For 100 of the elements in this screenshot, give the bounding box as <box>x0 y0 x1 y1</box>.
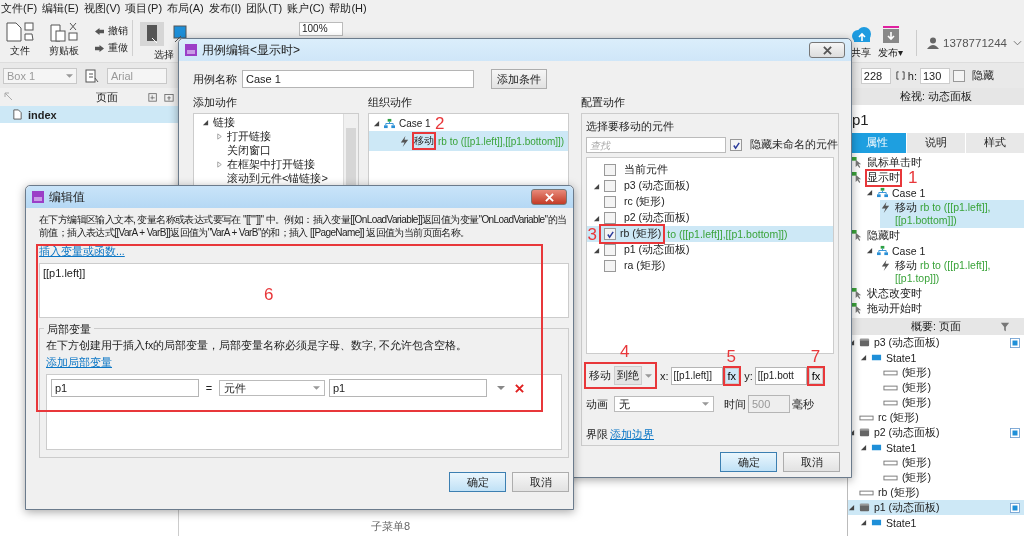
menu-item[interactable]: 账户(C) <box>287 0 325 16</box>
add-variable-link[interactable]: 添加局部变量 <box>46 356 112 370</box>
expanded-triangle-icon[interactable] <box>593 214 600 222</box>
event-label[interactable]: 状态改变时 <box>867 286 922 301</box>
collapse-icon[interactable] <box>4 92 14 102</box>
dropdown-arrow-icon[interactable] <box>497 386 505 390</box>
user-icon[interactable] <box>927 37 940 49</box>
select-tool-button[interactable] <box>140 22 164 46</box>
element-row[interactable]: p1 (动态面板) <box>587 242 833 258</box>
panel-toggle-icon[interactable] <box>1010 502 1020 513</box>
menu-item[interactable]: 帮助(H) <box>329 0 367 16</box>
action-type-item[interactable]: 打开链接 <box>227 128 271 144</box>
undo-icon[interactable] <box>94 26 105 36</box>
element-row[interactable]: p3 (动态面板) <box>587 178 833 194</box>
element-row[interactable]: ra (矩形) <box>587 258 833 274</box>
outline-row[interactable]: (矩形) <box>872 365 1024 380</box>
checkbox[interactable] <box>604 228 616 240</box>
chevron-down-icon[interactable] <box>1013 40 1022 46</box>
expanded-triangle-icon[interactable] <box>860 444 867 451</box>
expanded-triangle-icon[interactable] <box>866 189 873 196</box>
outline-row[interactable]: (矩形) <box>872 455 1024 470</box>
menu-item[interactable]: 团队(T) <box>246 0 283 16</box>
paste-icon[interactable] <box>50 22 66 42</box>
action-row[interactable]: 移动 rb to ([[p1.left]],[[p1.bottom]]) <box>880 200 1024 228</box>
outline-row[interactable]: (矩形) <box>872 470 1024 485</box>
outline-row[interactable]: (矩形) <box>872 380 1024 395</box>
insert-variable-link[interactable]: 插入变量或函数... <box>39 245 125 259</box>
action-type-item[interactable]: 在框架中打开链接 <box>227 156 315 172</box>
checkbox[interactable] <box>604 196 616 208</box>
event-label[interactable]: 显示时 <box>867 170 900 185</box>
event-label[interactable]: 拖动开始时 <box>867 301 922 316</box>
search-field[interactable]: 查找 <box>586 137 726 153</box>
outline-row[interactable]: rc (矩形) <box>848 410 1024 425</box>
animation-dropdown[interactable]: 无 <box>614 396 714 412</box>
case-label[interactable]: Case 1 <box>892 244 926 257</box>
fx-button[interactable]: fx <box>724 367 740 384</box>
zoom-dropdown[interactable]: 100% <box>299 22 343 36</box>
expanded-triangle-icon[interactable] <box>593 182 600 190</box>
add-folder-icon[interactable] <box>164 92 174 102</box>
page-item[interactable]: index <box>0 106 178 123</box>
checkbox[interactable] <box>604 164 616 176</box>
expanded-triangle-icon[interactable] <box>860 354 867 361</box>
expanded-triangle-icon[interactable] <box>848 504 855 511</box>
action-type-item[interactable]: 滚动到元件<锚链接> <box>227 170 328 186</box>
case-name-field[interactable]: Case 1 <box>242 70 474 88</box>
element-row[interactable]: 当前元件 <box>587 162 833 178</box>
checkbox[interactable] <box>730 139 742 151</box>
expanded-triangle-icon[interactable] <box>866 247 873 254</box>
outline-row[interactable]: State1 <box>860 515 1024 530</box>
y-field[interactable]: [[p1.bott <box>754 366 807 385</box>
menu-item[interactable]: 项目(P) <box>125 0 163 16</box>
width-field[interactable]: 228 <box>860 67 891 84</box>
cancel-button[interactable]: 取消 <box>783 452 840 472</box>
height-field[interactable]: 130 <box>920 67 950 84</box>
expanded-triangle-icon[interactable] <box>593 246 600 254</box>
redo-button[interactable]: 重做 <box>108 41 128 55</box>
save-open-icon[interactable] <box>24 22 34 42</box>
new-document-icon[interactable] <box>6 22 22 42</box>
menu-item[interactable]: 发布(I) <box>208 0 242 16</box>
checkbox[interactable] <box>604 212 616 224</box>
outline-row[interactable]: (矩形) <box>872 395 1024 410</box>
menu-item[interactable]: 布局(A) <box>167 0 204 16</box>
expanded-triangle-icon[interactable] <box>860 519 867 526</box>
checkbox[interactable] <box>604 260 616 272</box>
expanded-triangle-icon[interactable] <box>202 118 209 126</box>
collapsed-triangle-icon[interactable] <box>216 132 223 140</box>
dropdown-arrow-icon[interactable] <box>702 402 709 406</box>
dropdown-arrow-icon[interactable] <box>645 373 652 378</box>
action-type-item[interactable]: 关闭窗口 <box>227 142 271 158</box>
dropdown-arrow-icon[interactable] <box>313 386 320 390</box>
inspector-tab[interactable]: 样式 <box>966 133 1024 153</box>
element-row[interactable]: p2 (动态面板) <box>587 210 833 226</box>
variable-name-field[interactable]: p1 <box>51 379 199 397</box>
delete-icon[interactable] <box>515 383 524 393</box>
x-field[interactable]: [[p1.left]] <box>670 366 723 385</box>
cloud-upload-icon[interactable] <box>850 26 872 44</box>
variable-type-dropdown[interactable]: 元件 <box>219 380 325 396</box>
checkbox[interactable] <box>953 69 965 82</box>
menu-item[interactable]: 文件(F) <box>1 0 38 16</box>
case-label[interactable]: Case 1 <box>892 186 926 199</box>
cut-copy-icon[interactable] <box>68 22 78 42</box>
collapsed-triangle-icon[interactable] <box>216 160 223 168</box>
fx-button[interactable]: fx <box>808 367 824 384</box>
ok-button[interactable]: 确定 <box>720 452 777 472</box>
menu-item[interactable]: 视图(V) <box>83 0 121 16</box>
action-row[interactable]: 移动 rb to ([[p1.left]],[[p1.top]]) <box>880 258 1024 286</box>
checkbox[interactable] <box>604 180 616 192</box>
inspector-tab[interactable]: 说明 <box>907 133 965 153</box>
outline-row[interactable]: p1 (动态面板) <box>848 500 1024 515</box>
checkbox[interactable] <box>604 244 616 256</box>
panel-toggle-icon[interactable] <box>1010 337 1020 348</box>
dropdown-arrow-icon[interactable] <box>66 73 73 78</box>
widget-name-field[interactable]: p1 <box>848 105 1024 133</box>
redo-icon[interactable] <box>94 43 105 53</box>
case-label[interactable]: Case 1 <box>399 118 431 129</box>
share-button[interactable]: 共享 <box>851 46 871 60</box>
publish-button[interactable]: 发布▾ <box>878 46 904 60</box>
undo-button[interactable]: 撤销 <box>108 24 128 38</box>
variable-target-field[interactable]: p1 <box>329 379 487 397</box>
event-label[interactable]: 鼠标单击时 <box>867 155 922 170</box>
